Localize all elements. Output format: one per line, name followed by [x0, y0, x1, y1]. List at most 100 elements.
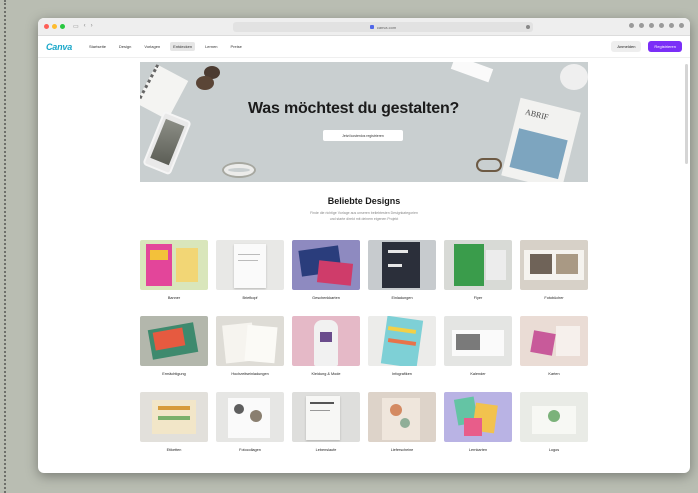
design-label: Geschenkkarten: [312, 296, 340, 300]
design-label: Lernkarten: [468, 448, 488, 452]
page-margin-rule: [4, 0, 6, 493]
design-thumbnail[interactable]: [216, 240, 284, 290]
design-thumbnail[interactable]: [292, 316, 360, 366]
nav-item-design[interactable]: Design: [116, 42, 134, 51]
design-label: Kalender: [470, 372, 486, 376]
design-card-lernkarten[interactable]: Lernkarten: [444, 392, 512, 452]
design-card-logos[interactable]: Logos: [520, 392, 588, 452]
nav-item-preise[interactable]: Preise: [228, 42, 245, 51]
design-card-fotocollagen[interactable]: Fotocollagen: [216, 392, 284, 452]
design-thumbnail[interactable]: [520, 392, 588, 442]
address-bar[interactable]: canva.com: [233, 22, 533, 32]
design-thumbnail[interactable]: [444, 316, 512, 366]
lock-icon: [369, 25, 374, 29]
scissors-image: [476, 158, 502, 172]
design-card-kalender[interactable]: Kalender: [444, 316, 512, 376]
nav-item-vorlagen[interactable]: Vorlagen: [141, 42, 163, 51]
main-nav: Startseite Design Vorlagen Entdecken Ler…: [86, 42, 245, 51]
cup-image: [560, 64, 588, 90]
window-controls: [44, 24, 65, 29]
pinecone-image: [196, 76, 214, 90]
nav-item-entdecken[interactable]: Entdecken: [170, 42, 196, 51]
signup-button[interactable]: Registrieren: [648, 41, 682, 52]
tabs-overview-icon[interactable]: [679, 23, 684, 28]
design-label: Lieferscheine: [390, 448, 414, 452]
design-label: Lebenslaufe: [315, 448, 337, 452]
shield-icon[interactable]: [649, 23, 654, 28]
phone-image: [142, 110, 192, 176]
design-thumbnail[interactable]: [444, 392, 512, 442]
design-card-lieferscheine[interactable]: Lieferscheine: [368, 392, 436, 452]
forward-icon[interactable]: ›: [91, 23, 93, 30]
design-card-fotobuecher[interactable]: Fotobücher: [520, 240, 588, 300]
section-title: Beliebte Designs: [327, 196, 401, 206]
design-thumbnail[interactable]: [216, 316, 284, 366]
design-thumbnail[interactable]: [520, 316, 588, 366]
minimize-window-icon[interactable]: [52, 24, 57, 29]
design-label: Logos: [548, 448, 560, 452]
design-label: Kleidung & Mode: [311, 372, 341, 376]
design-label: Fotobücher: [544, 296, 564, 300]
reload-icon[interactable]: [526, 25, 530, 29]
canva-logo[interactable]: Canva: [46, 42, 72, 52]
browser-nav: ▭ ‹ ›: [73, 23, 93, 30]
extension-icon[interactable]: [659, 23, 664, 28]
design-thumbnail[interactable]: [368, 392, 436, 442]
hero-title: Was möchtest du gestalten?: [248, 100, 460, 117]
design-card-karten[interactable]: Karten: [520, 316, 588, 376]
section-subtitle: Finde die richtige Vorlage aus unseren b…: [310, 211, 418, 215]
design-label: Flyer: [473, 296, 483, 300]
nav-item-lernen[interactable]: Lernen: [202, 42, 220, 51]
design-label: Briefkopf: [242, 296, 258, 300]
design-label: Einladungen: [391, 296, 413, 300]
design-label: Ermächtigung: [162, 372, 186, 376]
app-header: Canva Startseite Design Vorlagen Entdeck…: [38, 36, 690, 58]
download-icon[interactable]: [629, 23, 634, 28]
nav-item-startseite[interactable]: Startseite: [86, 42, 109, 51]
close-window-icon[interactable]: [44, 24, 49, 29]
section-subtitle: und starte direkt mit deinem eigenen Pro…: [329, 217, 399, 221]
design-thumbnail[interactable]: [292, 240, 360, 290]
design-card-etiketten[interactable]: Etiketten: [140, 392, 208, 452]
design-card-hochzeitseinladungen[interactable]: Hochzeitseinladungen: [216, 316, 284, 376]
sidebar-icon[interactable]: ▭: [73, 23, 79, 30]
design-label: Banner: [167, 296, 181, 300]
browser-toolbar: ▭ ‹ › canva.com: [38, 18, 690, 36]
design-card-banner[interactable]: Banner: [140, 240, 208, 300]
login-button[interactable]: Anmelden: [611, 41, 642, 52]
booklet-image: ABRIF: [501, 97, 581, 182]
design-thumbnail[interactable]: [368, 240, 436, 290]
design-label: Etiketten: [166, 448, 182, 452]
design-thumbnail[interactable]: [140, 316, 208, 366]
hero-cta-button[interactable]: Jetzt kostenlos registrieren: [323, 130, 403, 141]
design-label: Karten: [548, 372, 560, 376]
design-card-infografiken[interactable]: Infografiken: [368, 316, 436, 376]
maximize-window-icon[interactable]: [60, 24, 65, 29]
photo-print-image: [450, 62, 494, 83]
design-card-briefkopf[interactable]: Briefkopf: [216, 240, 284, 300]
design-thumbnail[interactable]: [520, 240, 588, 290]
design-card-einladungen[interactable]: Einladungen: [368, 240, 436, 300]
design-label: Hochzeitseinladungen: [231, 372, 269, 376]
design-label: Fotocollagen: [239, 448, 261, 452]
design-thumbnail[interactable]: [368, 316, 436, 366]
address-text: canva.com: [376, 24, 397, 30]
design-thumbnail[interactable]: [444, 240, 512, 290]
design-thumbnail[interactable]: [292, 392, 360, 442]
design-thumbnail[interactable]: [216, 392, 284, 442]
back-icon[interactable]: ‹: [84, 23, 86, 30]
design-label: Infografiken: [392, 372, 412, 376]
design-card-kleidung[interactable]: Kleidung & Mode: [292, 316, 360, 376]
design-thumbnail[interactable]: [140, 392, 208, 442]
auth-actions: Anmelden Registrieren: [611, 41, 682, 52]
design-card-flyer[interactable]: Flyer: [444, 240, 512, 300]
browser-actions: [629, 23, 684, 28]
share-icon[interactable]: [639, 23, 644, 28]
design-card-geschenkkarten[interactable]: Geschenkkarten: [292, 240, 360, 300]
add-tab-icon[interactable]: [669, 23, 674, 28]
design-card-lebenslaufe[interactable]: Lebenslaufe: [292, 392, 360, 452]
design-thumbnail[interactable]: [140, 240, 208, 290]
page-scrollbar[interactable]: [685, 64, 688, 164]
design-card-ermaechtigung[interactable]: Ermächtigung: [140, 316, 208, 376]
hero-banner: ABRIF Was möchtest du gestalten? Jetzt k…: [140, 62, 588, 182]
